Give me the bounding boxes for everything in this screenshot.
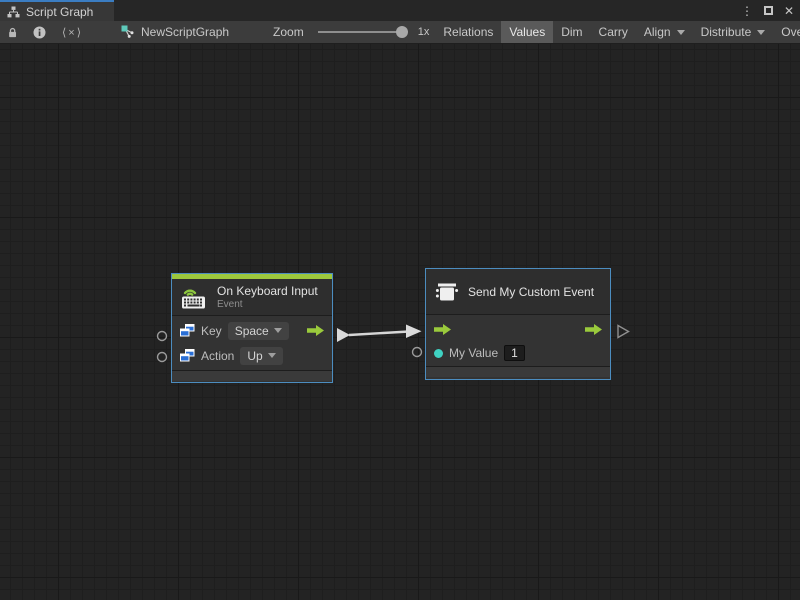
toolbar-button-distribute[interactable]: Distribute [693,21,774,43]
port-label: My Value [449,346,498,360]
control-connection[interactable] [337,325,422,343]
tab-title: Script Graph [26,5,93,19]
connection-wire[interactable] [349,332,409,336]
port-action-input[interactable] [158,353,167,362]
wire-layer [0,44,800,600]
zoom-value: 1x [418,21,434,43]
code-preview-toggle[interactable]: ⟨×⟩ [54,21,91,43]
toolbar-button-relations[interactable]: Relations [435,21,501,43]
port-exit-output[interactable] [618,326,629,338]
control-input-arrow-icon[interactable] [434,324,451,335]
node-footer [426,366,610,377]
toolbar-button-values[interactable]: Values [501,21,553,43]
teal-value-port-icon[interactable] [434,349,443,358]
toolbar-button-align[interactable]: Align [636,21,693,43]
lock-icon [8,26,17,39]
dropdown-caret-icon [757,30,765,35]
dropdown-caret-icon [677,30,685,35]
zoom-slider-track[interactable] [318,31,406,33]
toolbar-button-dim[interactable]: Dim [553,21,590,43]
maximize-icon [764,6,773,15]
object-reference-icon [180,349,195,362]
my-value-input-field[interactable]: 1 [504,345,525,361]
port-key-input[interactable] [158,332,167,341]
port-row-action: Action Up [172,343,332,368]
control-flow-row [426,317,610,341]
graph-toolbar: ⟨×⟩ NewScriptGraph Zoom 1x Relations Val… [0,21,800,44]
zoom-slider-knob[interactable] [396,26,408,38]
keyboard-icon [181,286,208,309]
graph-asset-name: NewScriptGraph [141,25,229,39]
tab-bar: Script Graph ⋮ ✕ [0,0,800,21]
code-toggle-icon: ⟨×⟩ [62,26,83,39]
object-reference-icon [180,324,195,337]
window-menu-button[interactable]: ⋮ [740,4,754,18]
lock-button[interactable] [0,21,25,43]
node-title: On Keyboard Input [217,284,318,298]
zoom-label: Zoom [265,21,306,43]
custom-event-icon [435,281,459,303]
port-row-key: Key Space [172,318,332,343]
node-footer [172,370,332,381]
port-label: Action [201,349,234,363]
script-graph-asset-icon [121,25,135,39]
tab-script-graph[interactable]: Script Graph [0,0,114,21]
port-my-value-input[interactable] [413,348,422,357]
toolbar-button-overview[interactable]: Overview [773,21,800,43]
info-button[interactable] [25,21,54,43]
key-dropdown[interactable]: Space [228,322,289,340]
info-icon [33,26,46,39]
graph-canvas[interactable]: On Keyboard Input Event Key Space [0,44,800,600]
node-subtitle: Event [217,299,318,310]
node-send-my-custom-event[interactable]: Send My Custom Event My Value 1 [425,268,611,380]
zoom-slider[interactable] [306,21,418,43]
connection-arrowhead-icon [406,325,422,339]
control-output-arrow-icon[interactable] [307,325,324,336]
graph-hierarchy-icon [7,6,20,18]
action-dropdown[interactable]: Up [240,347,282,365]
node-title: Send My Custom Event [468,285,594,299]
window-close-button[interactable]: ✕ [782,4,796,18]
dropdown-caret-icon [274,328,282,333]
control-output-arrow-icon[interactable] [585,324,602,335]
port-row-my-value: My Value 1 [426,341,610,365]
port-trigger-output-connected[interactable] [337,328,350,342]
dropdown-caret-icon [268,353,276,358]
toolbar-button-carry[interactable]: Carry [591,21,636,43]
window-maximize-button[interactable] [761,4,775,18]
node-on-keyboard-input[interactable]: On Keyboard Input Event Key Space [171,273,333,383]
port-label: Key [201,324,222,338]
graph-asset-button[interactable]: NewScriptGraph [113,21,237,43]
